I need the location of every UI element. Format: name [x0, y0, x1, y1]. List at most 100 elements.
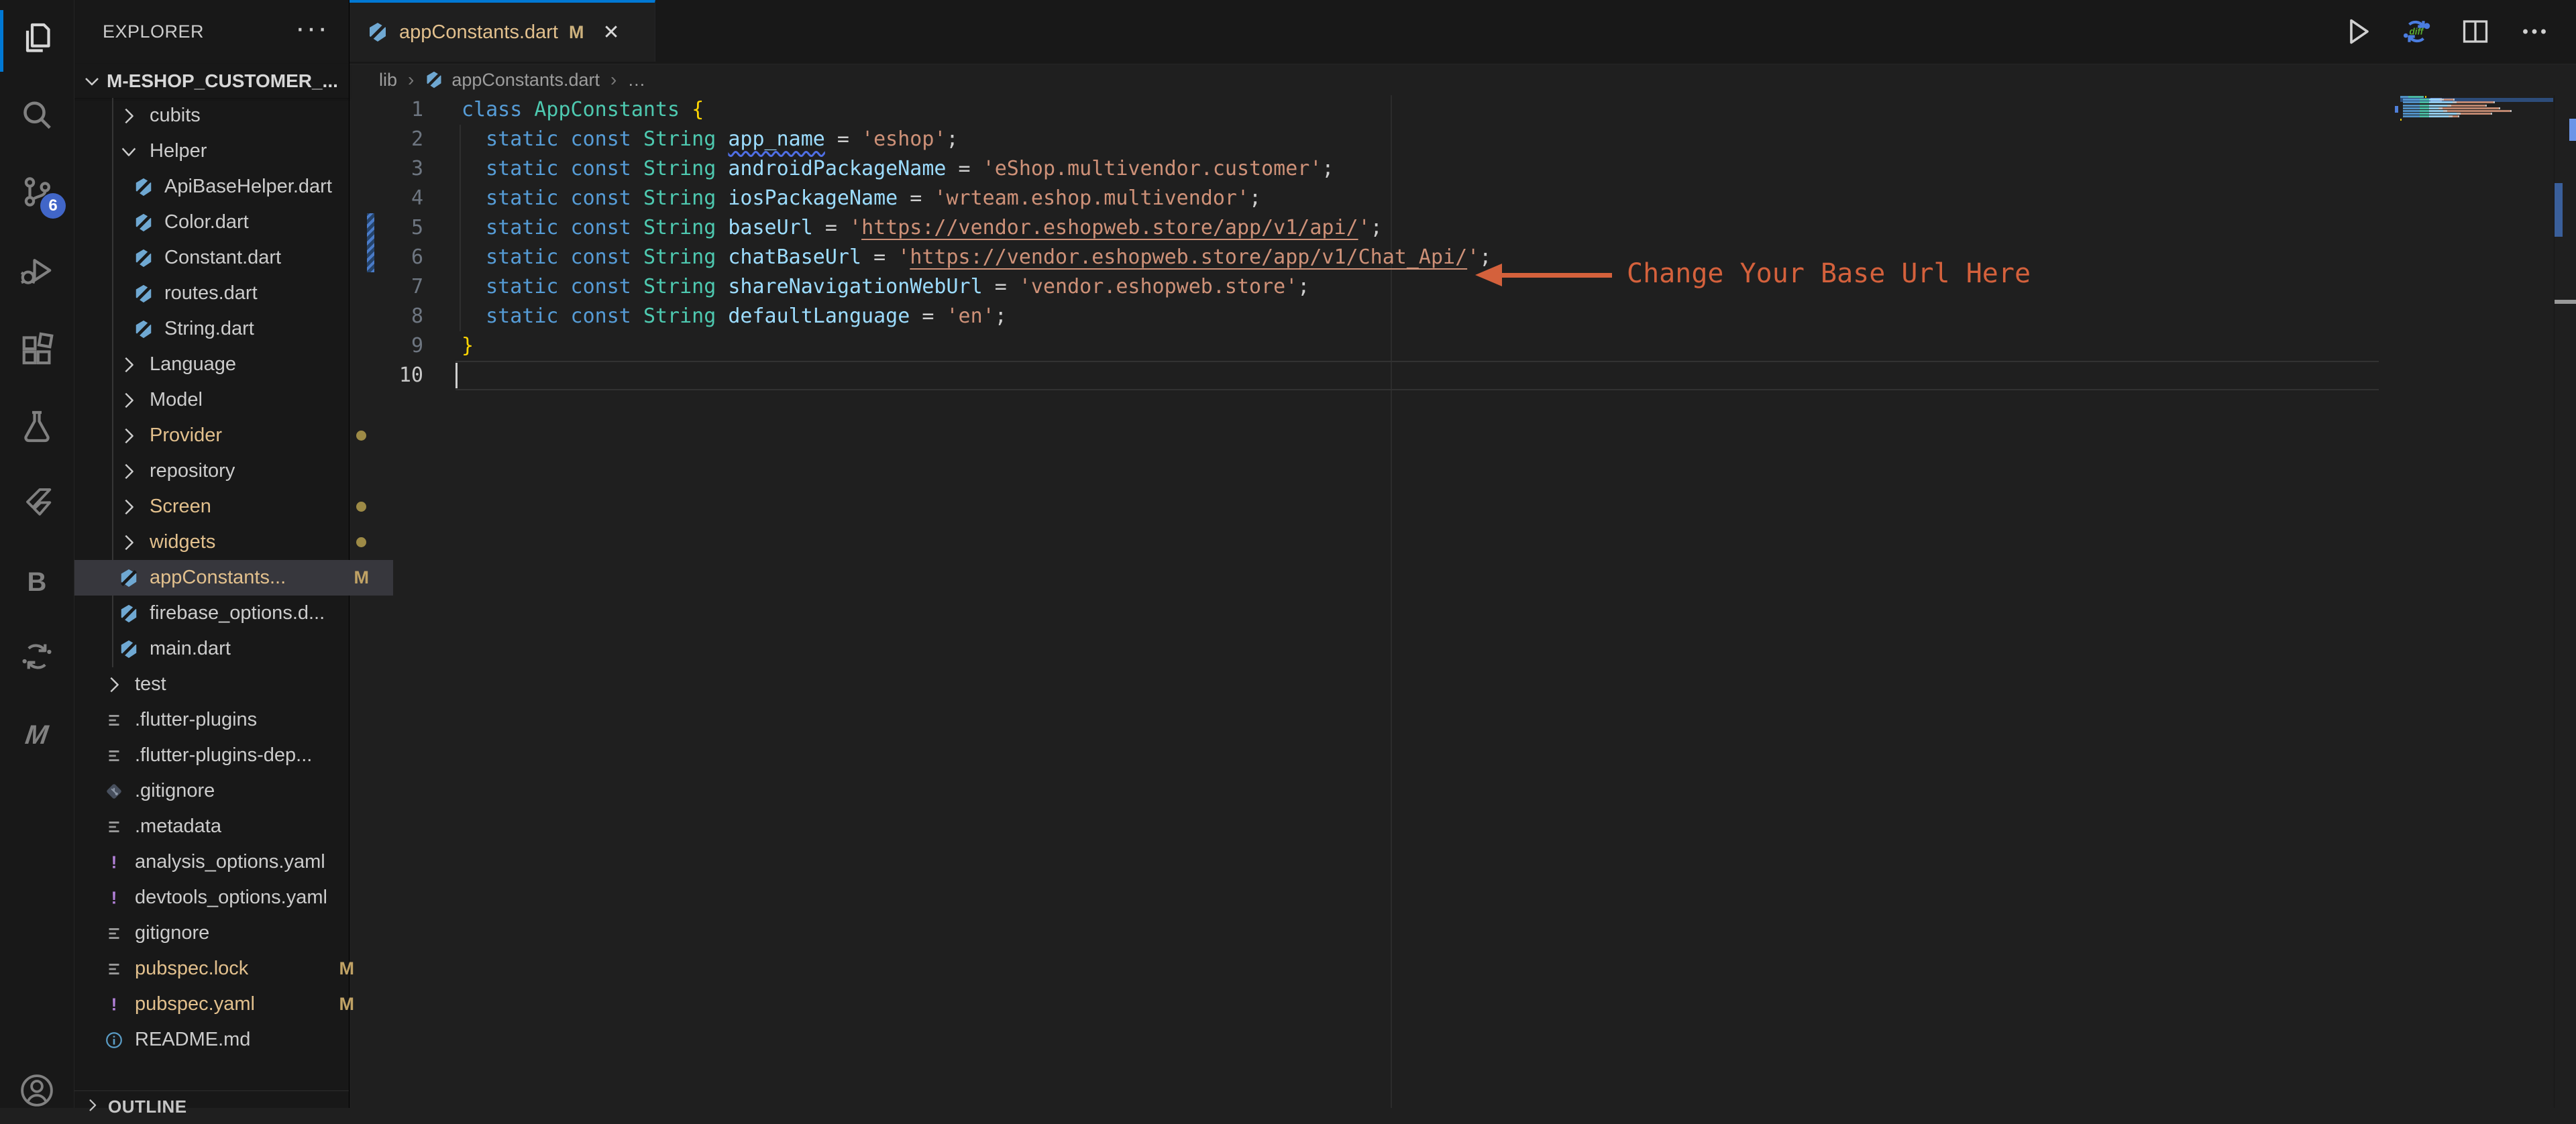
tree-item--gitignore[interactable]: .gitignore — [74, 773, 378, 809]
tree-item-label: pubspec.lock — [135, 958, 249, 979]
tree-item-readme-md[interactable]: README.md — [74, 1022, 378, 1058]
list-file-icon — [104, 817, 124, 837]
tab-bar: appConstants.dart M ✕ diff — [350, 0, 2576, 64]
tree-item-pubspec-yaml[interactable]: ! pubspec.yaml M — [74, 987, 378, 1022]
project-root-row[interactable]: M-ESHOP_CUSTOMER_... — [74, 64, 349, 98]
tree-item-pubspec-lock[interactable]: pubspec.lock M — [74, 951, 378, 987]
code-indent-guide — [460, 125, 461, 331]
more-actions-button[interactable] — [2518, 15, 2551, 48]
dart-file-icon — [133, 213, 154, 233]
source-control-view-button[interactable]: 6 — [0, 161, 74, 225]
minimap-line — [2400, 118, 2402, 121]
tree-item-constant-dart[interactable]: Constant.dart — [74, 240, 408, 276]
tree-item-label: Language — [150, 353, 237, 375]
beaker-icon — [18, 408, 56, 449]
code-line-7[interactable]: static const String shareNavigationWebUr… — [462, 272, 1309, 302]
code-line-6[interactable]: static const String chatBaseUrl = 'https… — [462, 243, 1491, 272]
warning-file-icon: ! — [104, 888, 124, 908]
breadcrumb-item-file[interactable]: appConstants.dart — [425, 70, 600, 91]
account-button[interactable] — [0, 1060, 74, 1124]
tree-item-screen[interactable]: Screen — [74, 489, 393, 524]
chevron-right-icon — [84, 1097, 101, 1114]
m-extension-icon: M — [23, 720, 50, 750]
tree-item-widgets[interactable]: widgets — [74, 524, 393, 560]
tree-item-model[interactable]: Model — [74, 382, 393, 418]
tree-item-provider[interactable]: Provider — [74, 418, 393, 453]
code-line-9[interactable]: } — [462, 331, 474, 361]
code-editor[interactable]: Change Your Base Url Here 1 class AppCons… — [350, 95, 2576, 1108]
minimap[interactable] — [2379, 95, 2553, 1108]
tree-item-helper[interactable]: Helper — [74, 133, 393, 169]
tree-item-routes-dart[interactable]: routes.dart — [74, 276, 408, 311]
tree-item-analysis-options-yaml[interactable]: ! analysis_options.yaml — [74, 844, 378, 880]
git-modified-badge: M — [354, 567, 370, 587]
overview-ruler[interactable] — [2554, 95, 2576, 1108]
chevron-right-icon — [119, 426, 139, 446]
testing-view-button[interactable] — [0, 396, 74, 460]
minimap-line — [2400, 115, 2459, 118]
tree-item--metadata[interactable]: .metadata — [74, 809, 378, 844]
tree-item-color-dart[interactable]: Color.dart — [74, 205, 408, 240]
diff-tool-button[interactable]: diff — [2400, 15, 2432, 48]
tree-item-language[interactable]: Language — [74, 347, 393, 382]
breadcrumb-item-lib[interactable]: lib — [379, 70, 397, 91]
search-icon — [18, 97, 56, 138]
tree-item-test[interactable]: test — [74, 667, 378, 702]
diff-tool-view-button[interactable] — [0, 626, 74, 690]
breadcrumb-item-symbol[interactable]: … — [627, 70, 645, 91]
code-line-3[interactable]: static const String androidPackageName =… — [462, 154, 1334, 184]
current-line-border — [455, 389, 2379, 390]
m-extension-view-button[interactable]: M — [0, 703, 74, 767]
tree-item-main-dart[interactable]: main.dart — [74, 631, 393, 667]
tree-item-cubits[interactable]: cubits — [74, 98, 393, 133]
tree-item-label: widgets — [150, 531, 216, 553]
code-line-2[interactable]: static const String app_name = 'eshop'; — [462, 125, 958, 154]
tree-item--flutter-plugins-dep-[interactable]: .flutter-plugins-dep... — [74, 738, 378, 773]
chevron-right-icon — [119, 497, 139, 517]
explorer-sidebar: EXPLORER ··· M-ESHOP_CUSTOMER_... cubits… — [74, 0, 393, 1117]
info-file-icon — [104, 1030, 124, 1050]
annotation-text: Change Your Base Url Here — [1627, 258, 2031, 289]
chevron-down-icon — [81, 70, 103, 92]
overview-modified-marker — [2555, 183, 2563, 237]
close-icon[interactable]: ✕ — [602, 21, 619, 44]
tree-item-label: repository — [150, 460, 235, 482]
dart-file-icon — [425, 70, 443, 89]
tree-item-string-dart[interactable]: String.dart — [74, 311, 408, 347]
tab-appconstants[interactable]: appConstants.dart M ✕ — [350, 0, 655, 62]
tree-item-devtools-options-yaml[interactable]: ! devtools_options.yaml — [74, 880, 378, 915]
search-view-button[interactable] — [0, 85, 74, 150]
explorer-title: EXPLORER — [103, 21, 205, 42]
run-button[interactable] — [2341, 15, 2373, 48]
tree-item--flutter-plugins[interactable]: .flutter-plugins — [74, 702, 378, 738]
file-tree: cubits Helper ApiBaseHelper.dart Color.dart… — [74, 98, 393, 1060]
flutter-view-button[interactable] — [0, 473, 74, 537]
outline-label: OUTLINE — [108, 1097, 187, 1117]
extensions-icon — [18, 331, 56, 372]
tree-item-apibasehelper-dart[interactable]: ApiBaseHelper.dart — [74, 169, 408, 205]
code-line-5[interactable]: static const String baseUrl = 'https://v… — [462, 213, 1383, 243]
tree-item-label: Helper — [150, 140, 207, 162]
git-file-icon — [104, 781, 124, 801]
code-line-4[interactable]: static const String iosPackageName = 'wr… — [462, 184, 1261, 213]
code-line-1[interactable]: class AppConstants { — [462, 95, 704, 125]
tree-item-label: pubspec.yaml — [135, 993, 255, 1015]
explorer-more-actions-button[interactable]: ··· — [295, 13, 329, 43]
run-debug-view-button[interactable] — [0, 240, 74, 304]
tree-item-label: README.md — [135, 1029, 251, 1050]
tree-item-gitignore[interactable]: gitignore — [74, 915, 378, 951]
tree-item-label: Provider — [150, 425, 222, 446]
explorer-view-button[interactable] — [0, 8, 74, 72]
code-line-8[interactable]: static const String defaultLanguage = 'e… — [462, 302, 1007, 331]
extensions-view-button[interactable] — [0, 319, 74, 383]
svg-text:diff: diff — [2410, 27, 2424, 37]
minimap-modified-indicator — [2395, 106, 2398, 113]
split-editor-button[interactable] — [2459, 15, 2491, 48]
tree-item-appconstants-[interactable]: appConstants... M — [74, 560, 393, 596]
flutter-icon — [18, 485, 56, 526]
tree-item-firebase-options-d-[interactable]: firebase_options.d... — [74, 596, 393, 631]
tree-item-repository[interactable]: repository — [74, 453, 393, 489]
outline-section-header[interactable]: OUTLINE — [74, 1090, 349, 1117]
tree-item-label: Color.dart — [164, 211, 249, 233]
bloc-view-button[interactable]: B — [0, 550, 74, 614]
